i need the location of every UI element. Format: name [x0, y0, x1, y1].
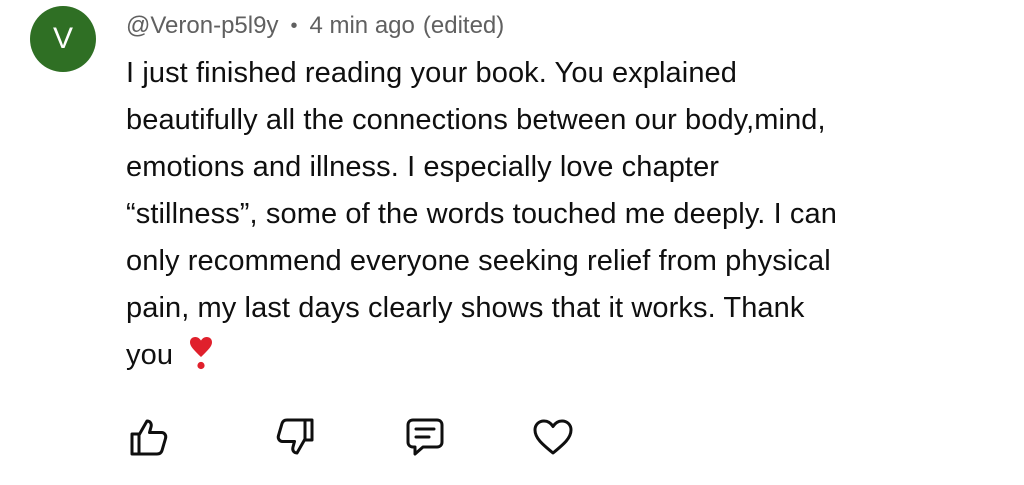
avatar-letter: V	[52, 22, 73, 55]
comment: V @Veron-p5l9y • 4 min ago (edited) I ju…	[0, 0, 1024, 485]
dislike-button[interactable]	[272, 414, 318, 460]
like-button[interactable]	[126, 414, 172, 460]
heart-icon	[533, 419, 573, 455]
heart-button[interactable]	[530, 414, 576, 460]
comment-text: I just finished reading your book. You e…	[126, 50, 986, 379]
separator-dot: •	[290, 14, 298, 37]
heart-exclamation-emoji-icon	[190, 337, 213, 370]
timestamp-link[interactable]: 4 min ago	[309, 12, 414, 40]
comment-text-content: I just finished reading your book. You e…	[126, 57, 837, 371]
username-link[interactable]: @Veron-p5l9y	[126, 12, 278, 40]
comment-header: @Veron-p5l9y • 4 min ago (edited)	[126, 11, 504, 41]
thumbs-down-icon	[276, 418, 314, 455]
thumbs-up-icon	[130, 419, 168, 456]
comment-actions	[126, 414, 606, 460]
edited-label: (edited)	[422, 12, 505, 39]
reply-icon	[406, 418, 444, 456]
reply-button[interactable]	[402, 414, 448, 460]
avatar[interactable]: V	[30, 6, 96, 72]
